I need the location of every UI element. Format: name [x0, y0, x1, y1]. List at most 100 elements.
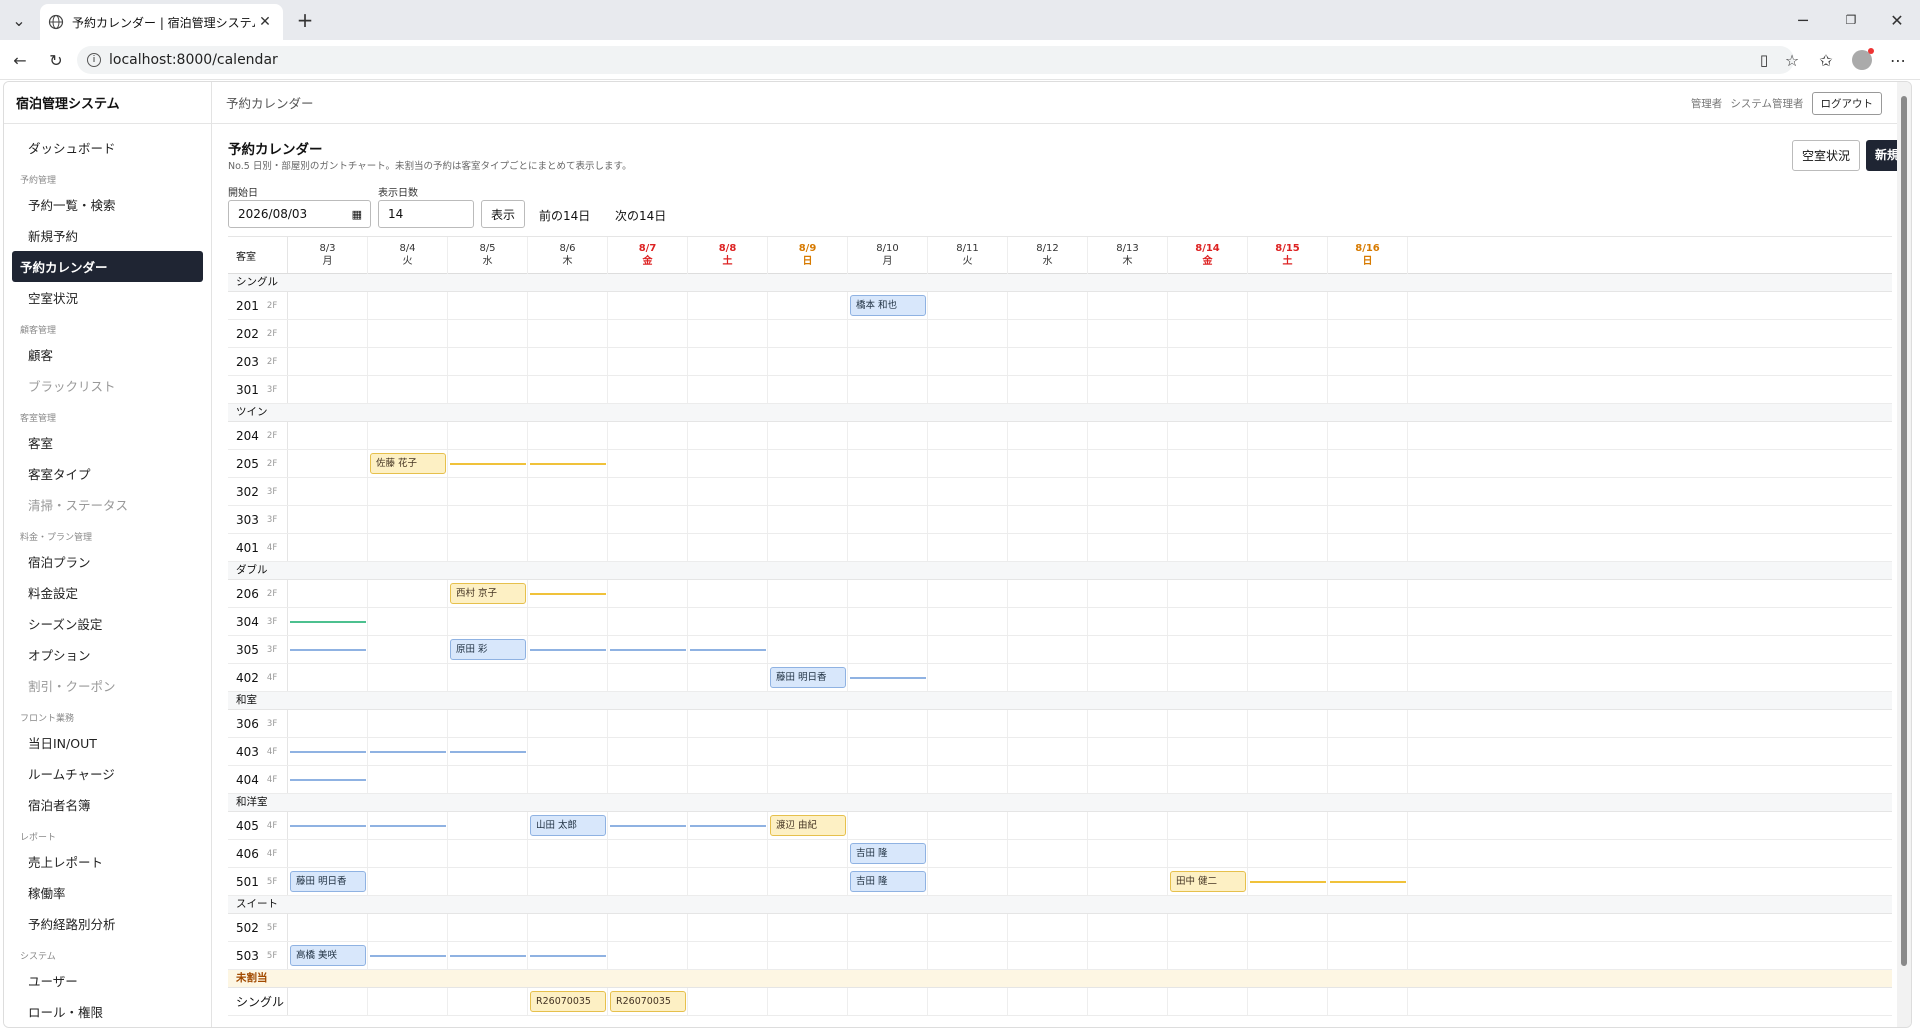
- day-cell[interactable]: [1168, 840, 1248, 867]
- day-cell[interactable]: [848, 738, 928, 765]
- day-cell[interactable]: [1168, 710, 1248, 737]
- day-cell[interactable]: [608, 766, 688, 793]
- day-cell[interactable]: [1248, 942, 1328, 969]
- day-cell[interactable]: [1008, 478, 1088, 505]
- day-cell[interactable]: [1248, 320, 1328, 347]
- day-cell[interactable]: [608, 348, 688, 375]
- day-cell[interactable]: [368, 664, 448, 691]
- day-cell[interactable]: [608, 292, 688, 319]
- day-cell[interactable]: [928, 942, 1008, 969]
- day-cell[interactable]: [928, 506, 1008, 533]
- day-cell[interactable]: [448, 812, 528, 839]
- reservation-bar[interactable]: 高橋 美咲: [290, 945, 366, 966]
- day-cell[interactable]: [288, 710, 368, 737]
- day-cell[interactable]: [288, 348, 368, 375]
- day-cell[interactable]: [928, 292, 1008, 319]
- logout-button[interactable]: ログアウト: [1811, 92, 1882, 115]
- day-cell[interactable]: [848, 376, 928, 403]
- prev-14-link[interactable]: 前の14日: [539, 207, 590, 224]
- day-cell[interactable]: [848, 636, 928, 663]
- reservation-bar[interactable]: 田中 健二: [1170, 871, 1246, 892]
- reservation-bar[interactable]: 原田 彩: [450, 639, 526, 660]
- day-cell[interactable]: [448, 320, 528, 347]
- day-cell[interactable]: [448, 988, 528, 1015]
- day-cell[interactable]: [528, 868, 608, 895]
- day-cell[interactable]: [1008, 292, 1088, 319]
- day-cell[interactable]: [528, 710, 608, 737]
- day-cell[interactable]: [848, 534, 928, 561]
- day-cell[interactable]: [1248, 766, 1328, 793]
- day-cell[interactable]: [848, 710, 928, 737]
- day-cell[interactable]: [768, 914, 848, 941]
- day-cell[interactable]: [688, 738, 768, 765]
- day-cell[interactable]: [848, 608, 928, 635]
- day-cell[interactable]: [928, 422, 1008, 449]
- day-cell[interactable]: [608, 914, 688, 941]
- day-cell[interactable]: [928, 376, 1008, 403]
- day-cell[interactable]: [1008, 738, 1088, 765]
- day-cell[interactable]: [688, 766, 768, 793]
- day-cell[interactable]: [928, 636, 1008, 663]
- close-tab-icon[interactable]: ✕: [255, 14, 275, 30]
- day-cell[interactable]: [1008, 320, 1088, 347]
- day-cell[interactable]: [288, 478, 368, 505]
- day-cell[interactable]: [528, 422, 608, 449]
- day-cell[interactable]: [448, 868, 528, 895]
- day-cell[interactable]: [848, 478, 928, 505]
- day-cell[interactable]: [848, 506, 928, 533]
- day-cell[interactable]: [1088, 636, 1168, 663]
- day-cell[interactable]: [1328, 608, 1408, 635]
- day-cell[interactable]: [608, 478, 688, 505]
- day-cell[interactable]: [368, 988, 448, 1015]
- day-cell[interactable]: [768, 292, 848, 319]
- day-cell[interactable]: [928, 664, 1008, 691]
- day-cell[interactable]: [848, 422, 928, 449]
- calendar-icon[interactable]: ▦: [352, 208, 362, 221]
- day-cell[interactable]: [448, 840, 528, 867]
- day-cell[interactable]: [688, 292, 768, 319]
- day-cell[interactable]: [1088, 914, 1168, 941]
- day-cell[interactable]: [528, 376, 608, 403]
- day-cell[interactable]: [768, 534, 848, 561]
- day-cell[interactable]: [1248, 840, 1328, 867]
- day-cell[interactable]: [1328, 348, 1408, 375]
- day-cell[interactable]: [768, 988, 848, 1015]
- day-cell[interactable]: [1248, 738, 1328, 765]
- day-cell[interactable]: [768, 320, 848, 347]
- day-cell[interactable]: [608, 840, 688, 867]
- day-cell[interactable]: [1328, 320, 1408, 347]
- day-cell[interactable]: [448, 664, 528, 691]
- day-cell[interactable]: [448, 506, 528, 533]
- day-cell[interactable]: [1328, 506, 1408, 533]
- day-cell[interactable]: [1008, 580, 1088, 607]
- day-cell[interactable]: [1248, 376, 1328, 403]
- day-cell[interactable]: [1328, 812, 1408, 839]
- back-icon[interactable]: ←: [6, 46, 34, 74]
- day-cell[interactable]: [1168, 506, 1248, 533]
- day-cell[interactable]: [1088, 710, 1168, 737]
- day-cell[interactable]: [1008, 348, 1088, 375]
- days-field[interactable]: 14: [378, 200, 474, 228]
- day-cell[interactable]: [288, 664, 368, 691]
- day-cell[interactable]: [1328, 710, 1408, 737]
- day-cell[interactable]: [528, 664, 608, 691]
- day-cell[interactable]: [1168, 534, 1248, 561]
- day-cell[interactable]: [688, 320, 768, 347]
- day-cell[interactable]: [528, 506, 608, 533]
- sidebar-item[interactable]: 稼働率: [12, 877, 203, 908]
- day-cell[interactable]: [368, 580, 448, 607]
- day-cell[interactable]: [368, 868, 448, 895]
- day-cell[interactable]: [288, 914, 368, 941]
- day-cell[interactable]: [1008, 710, 1088, 737]
- sidebar-item-dashboard[interactable]: ダッシュボード: [12, 132, 203, 163]
- reservation-bar[interactable]: 渡辺 由紀: [770, 815, 846, 836]
- day-cell[interactable]: [768, 868, 848, 895]
- day-cell[interactable]: [288, 506, 368, 533]
- day-cell[interactable]: [768, 450, 848, 477]
- day-cell[interactable]: [1168, 580, 1248, 607]
- reservation-bar[interactable]: 山田 太郎: [530, 815, 606, 836]
- day-cell[interactable]: [368, 840, 448, 867]
- day-cell[interactable]: [368, 320, 448, 347]
- day-cell[interactable]: [1168, 608, 1248, 635]
- day-cell[interactable]: [928, 812, 1008, 839]
